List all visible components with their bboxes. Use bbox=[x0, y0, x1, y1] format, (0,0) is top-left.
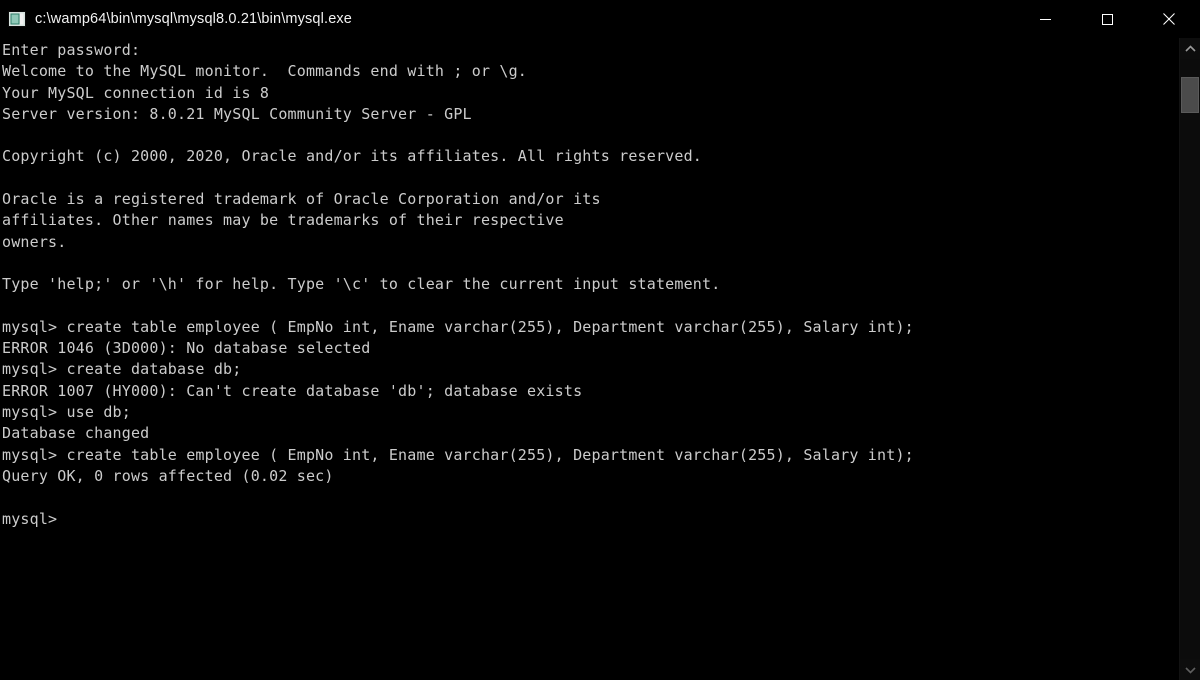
scroll-down-button[interactable] bbox=[1180, 659, 1200, 680]
scroll-up-button[interactable] bbox=[1180, 38, 1200, 59]
title-bar-left: c:\wamp64\bin\mysql\mysql8.0.21\bin\mysq… bbox=[0, 10, 352, 28]
scrollbar-thumb[interactable] bbox=[1181, 77, 1199, 113]
console-window: c:\wamp64\bin\mysql\mysql8.0.21\bin\mysq… bbox=[0, 0, 1200, 680]
window-title: c:\wamp64\bin\mysql\mysql8.0.21\bin\mysq… bbox=[35, 11, 353, 27]
window-controls bbox=[1014, 0, 1200, 38]
maximize-button[interactable] bbox=[1076, 0, 1138, 38]
close-button[interactable] bbox=[1138, 0, 1200, 38]
minimize-button[interactable] bbox=[1014, 0, 1076, 38]
scrollbar-track[interactable] bbox=[1180, 59, 1200, 659]
terminal-text: Enter password: Welcome to the MySQL mon… bbox=[2, 41, 914, 528]
title-bar[interactable]: c:\wamp64\bin\mysql\mysql8.0.21\bin\mysq… bbox=[0, 0, 1200, 38]
window-body: Enter password: Welcome to the MySQL mon… bbox=[0, 38, 1200, 680]
terminal-output-area[interactable]: Enter password: Welcome to the MySQL mon… bbox=[0, 38, 1179, 680]
vertical-scrollbar[interactable] bbox=[1179, 38, 1200, 680]
console-app-icon bbox=[8, 11, 26, 27]
